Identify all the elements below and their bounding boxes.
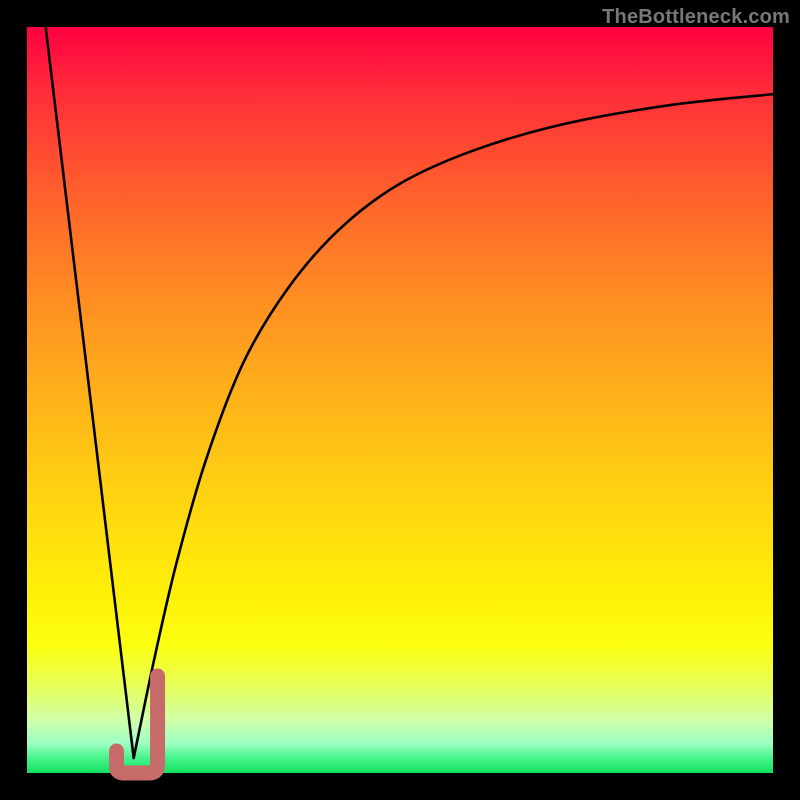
dip-marker bbox=[117, 676, 158, 773]
chart-plot-area bbox=[27, 27, 773, 773]
chart-frame: TheBottleneck.com bbox=[0, 0, 800, 800]
watermark-text: TheBottleneck.com bbox=[602, 6, 790, 29]
chart-curves-svg bbox=[27, 27, 773, 773]
chart-line-path bbox=[46, 27, 773, 758]
